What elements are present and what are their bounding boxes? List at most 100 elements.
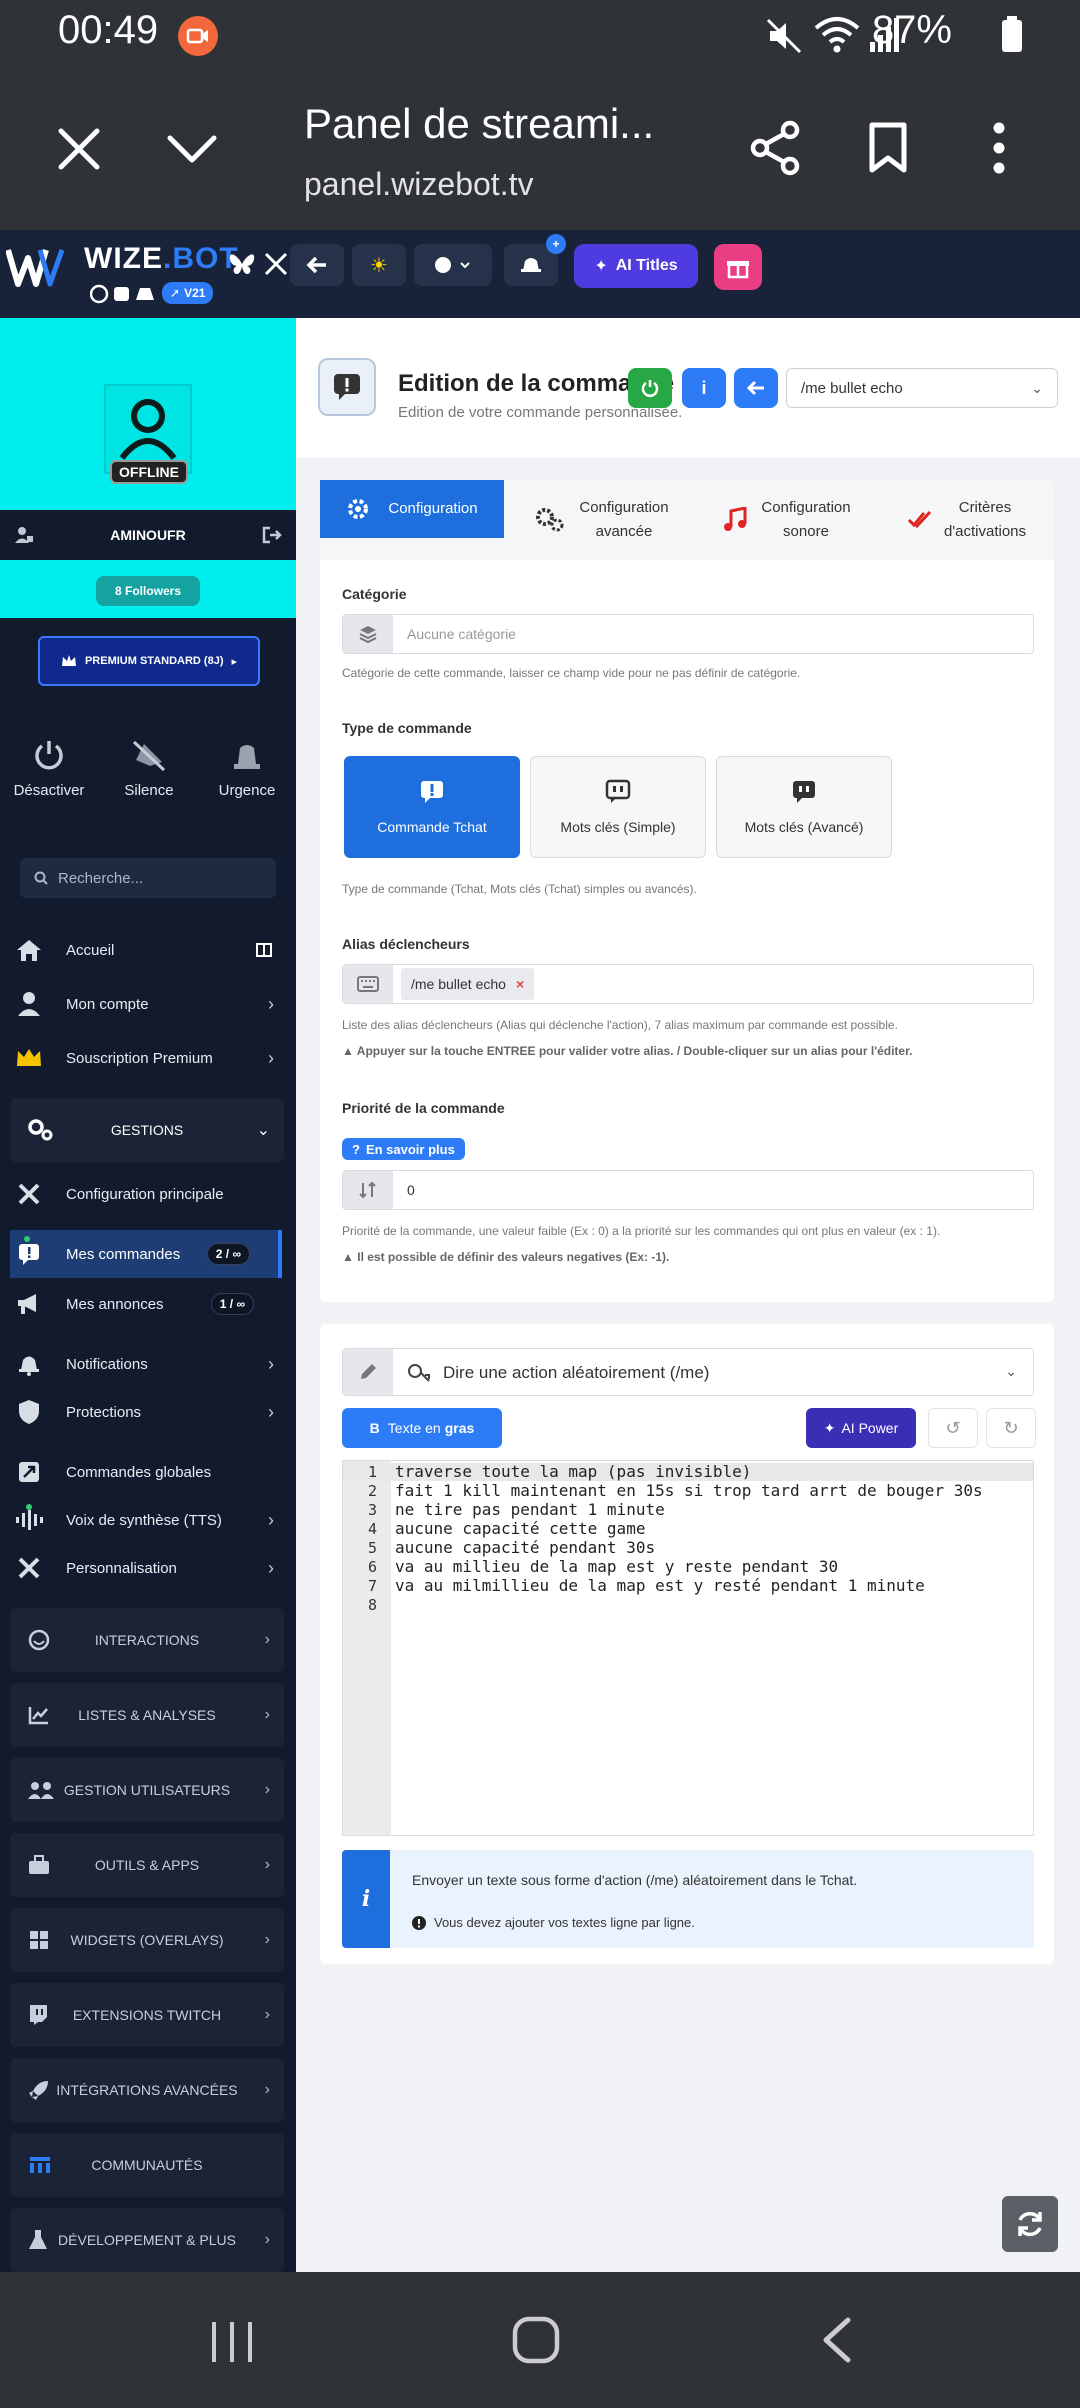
action-type-value: Dire une action aléatoirement (/me) <box>443 1363 710 1382</box>
wizebot-logo[interactable] <box>6 244 64 290</box>
sidebar-item-voix-synthese[interactable]: Voix de synthèse (TTS) › <box>10 1496 282 1544</box>
followers-badge[interactable]: 8 Followers <box>96 576 200 606</box>
premium-button[interactable]: PREMIUM STANDARD (8J) ▸ <box>38 636 260 686</box>
sidebar-label-souscription: Souscription Premium <box>66 1049 213 1067</box>
editor-line[interactable]: aucune capacité cette game <box>395 1519 645 1538</box>
section-communautes[interactable]: COMMUNAUTÉS <box>10 2133 284 2197</box>
type-commande-tchat[interactable]: Commande Tchat <box>344 756 520 858</box>
type-mots-cles-avance[interactable]: Mots clés (Avancé) <box>716 756 892 858</box>
text-lines-editor[interactable]: 1 2 3 4 5 6 7 8 traverse toute la map (p… <box>342 1460 1034 1836</box>
random-icon <box>407 1363 431 1383</box>
recent-apps-icon[interactable] <box>208 2320 256 2364</box>
home-button-icon[interactable] <box>512 2316 560 2364</box>
silence-button[interactable]: Silence <box>104 738 194 799</box>
section-gestion-utilisateurs[interactable]: GESTION UTILISATEURS › <box>10 1758 284 1822</box>
offline-badge: OFFLINE <box>110 460 188 484</box>
section-listes-analyses[interactable]: LISTES & ANALYSES › <box>10 1683 284 1747</box>
section-outils-apps[interactable]: OUTILS & APPS › <box>10 1833 284 1897</box>
section-label-widgets: WIDGETS (OVERLAYS) <box>70 1932 224 1948</box>
user-icon <box>10 991 48 1017</box>
bold-label-strong: gras <box>444 1420 475 1436</box>
refresh-button[interactable] <box>1002 2196 1058 2252</box>
deactivate-button[interactable]: Désactiver <box>4 738 94 799</box>
sidebar-item-config-principale[interactable]: Configuration principale <box>10 1170 282 1218</box>
editor-line[interactable]: va au milmillieu de la map est y resté p… <box>395 1576 925 1595</box>
sidebar-item-personnalisation[interactable]: Personnalisation › <box>10 1544 282 1592</box>
section-extensions-twitch[interactable]: EXTENSIONS TWITCH › <box>10 1983 284 2047</box>
alias-tag-remove[interactable]: × <box>516 976 524 992</box>
sidebar-item-mon-compte[interactable]: Mon compte › <box>10 980 282 1028</box>
sidebar-item-commandes-globales[interactable]: Commandes globales <box>10 1448 282 1496</box>
type-mots-cles-simple[interactable]: Mots clés (Simple) <box>530 756 706 858</box>
info-warning: Vous devez ajouter vos textes ligne par … <box>412 1915 695 1930</box>
sidebar: OFFLINE AMINOUFR 8 Followers PREMIUM STA… <box>0 318 296 2272</box>
categorie-input[interactable]: Aucune catégorie <box>342 614 1034 654</box>
section-interactions[interactable]: INTERACTIONS › <box>10 1608 284 1672</box>
back-to-list-button[interactable] <box>734 368 778 408</box>
bluesky-icon[interactable] <box>228 252 256 278</box>
action-type-select[interactable]: Dire une action aléatoirement (/me) ⌄ <box>342 1348 1034 1396</box>
status-time: 00:49 <box>58 8 159 52</box>
type-mots-cles-avance-label: Mots clés (Avancé) <box>744 819 864 835</box>
ai-titles-button[interactable]: ✦ AI Titles <box>574 244 698 288</box>
command-select[interactable]: /me bullet echo ⌄ <box>786 368 1058 408</box>
editor-line[interactable]: aucune capacité pendant 30s <box>395 1538 655 1557</box>
info-button[interactable]: i <box>682 368 726 408</box>
sidebar-item-protections[interactable]: Protections › <box>10 1388 282 1436</box>
brand-name: WIZE.BOT <box>84 242 239 276</box>
section-widgets[interactable]: WIDGETS (OVERLAYS) › <box>10 1908 284 1972</box>
line-number: 7 <box>367 1577 377 1595</box>
sidebar-item-notifications[interactable]: Notifications › <box>10 1340 282 1388</box>
tools-icon <box>10 1182 48 1206</box>
theme-toggle-button[interactable]: ☀ <box>352 244 406 286</box>
emergency-button[interactable]: Urgence <box>202 738 292 799</box>
x-twitter-icon[interactable] <box>264 252 288 276</box>
sidebar-item-mes-annonces[interactable]: Mes annonces 1 / ∞ <box>10 1280 282 1328</box>
profile-banner: OFFLINE AMINOUFR 8 Followers <box>0 318 296 618</box>
search-input[interactable]: Recherche... <box>20 858 276 898</box>
sidebar-item-souscription[interactable]: Souscription Premium › <box>10 1034 282 1082</box>
megaphone-icon <box>10 1292 48 1316</box>
tab-criteres-activations[interactable]: Critères d'activations <box>880 480 1054 560</box>
toggle-power-button[interactable] <box>628 368 672 408</box>
editor-line[interactable]: ne tire pas pendant 1 minute <box>395 1500 665 1519</box>
editor-line[interactable]: fait 1 kill maintenant en 15s si trop ta… <box>395 1481 983 1500</box>
sidebar-label-accueil: Accueil <box>66 941 115 959</box>
tab-configuration-avancee[interactable]: Configuration avancée <box>510 480 694 560</box>
more-options-icon[interactable] <box>992 122 1006 174</box>
ai-power-button[interactable]: ✦ AI Power <box>806 1408 916 1448</box>
gift-button[interactable] <box>714 244 762 290</box>
layout-icon[interactable] <box>256 943 272 957</box>
section-integrations[interactable]: INTÉGRATIONS AVANCÉES › <box>10 2058 284 2122</box>
share-icon[interactable] <box>748 120 804 176</box>
undo-button[interactable]: ↺ <box>928 1408 978 1448</box>
sidebar-item-mes-commandes[interactable]: Mes commandes 2 / ∞ <box>10 1230 282 1278</box>
back-button[interactable] <box>290 244 344 286</box>
redo-icon: ↻ <box>1003 1417 1019 1438</box>
page-url[interactable]: panel.wizebot.tv <box>304 166 533 203</box>
section-developpement[interactable]: DÉVELOPPEMENT & PLUS › <box>10 2208 284 2272</box>
user-admin-icon[interactable] <box>14 526 34 544</box>
explore-dropdown-button[interactable] <box>414 244 492 286</box>
sidebar-item-accueil[interactable]: Accueil <box>10 926 282 974</box>
quote-bubble-icon <box>793 781 815 803</box>
learn-more-button[interactable]: ? En savoir plus <box>342 1138 465 1160</box>
announcements-count-badge: 1 / ∞ <box>210 1293 254 1315</box>
back-nav-icon[interactable] <box>820 2316 854 2364</box>
priorite-input[interactable]: 0 <box>342 1170 1034 1210</box>
close-icon[interactable] <box>56 126 102 172</box>
logout-icon[interactable] <box>262 526 282 544</box>
alias-help: Liste des alias déclencheurs (Alias qui … <box>342 1018 898 1032</box>
tab-configuration-sonore[interactable]: Configuration sonore <box>700 480 874 560</box>
redo-button[interactable]: ↻ <box>986 1408 1036 1448</box>
section-gestions[interactable]: GESTIONS ⌄ <box>10 1098 284 1162</box>
alias-tag[interactable]: /me bullet echo × <box>401 968 535 1000</box>
bookmark-icon[interactable] <box>868 122 908 174</box>
editor-line[interactable]: traverse toute la map (pas invisible) <box>395 1462 751 1481</box>
editor-line[interactable]: va au millieu de la map est y reste pend… <box>395 1557 838 1576</box>
bold-text-button[interactable]: B Texte en gras <box>342 1408 502 1448</box>
alias-input[interactable]: /me bullet echo × <box>342 964 1034 1004</box>
tab-configuration[interactable]: Configuration <box>320 480 504 538</box>
chevron-right-icon: › <box>268 1509 274 1530</box>
chevron-down-icon[interactable] <box>166 134 218 166</box>
